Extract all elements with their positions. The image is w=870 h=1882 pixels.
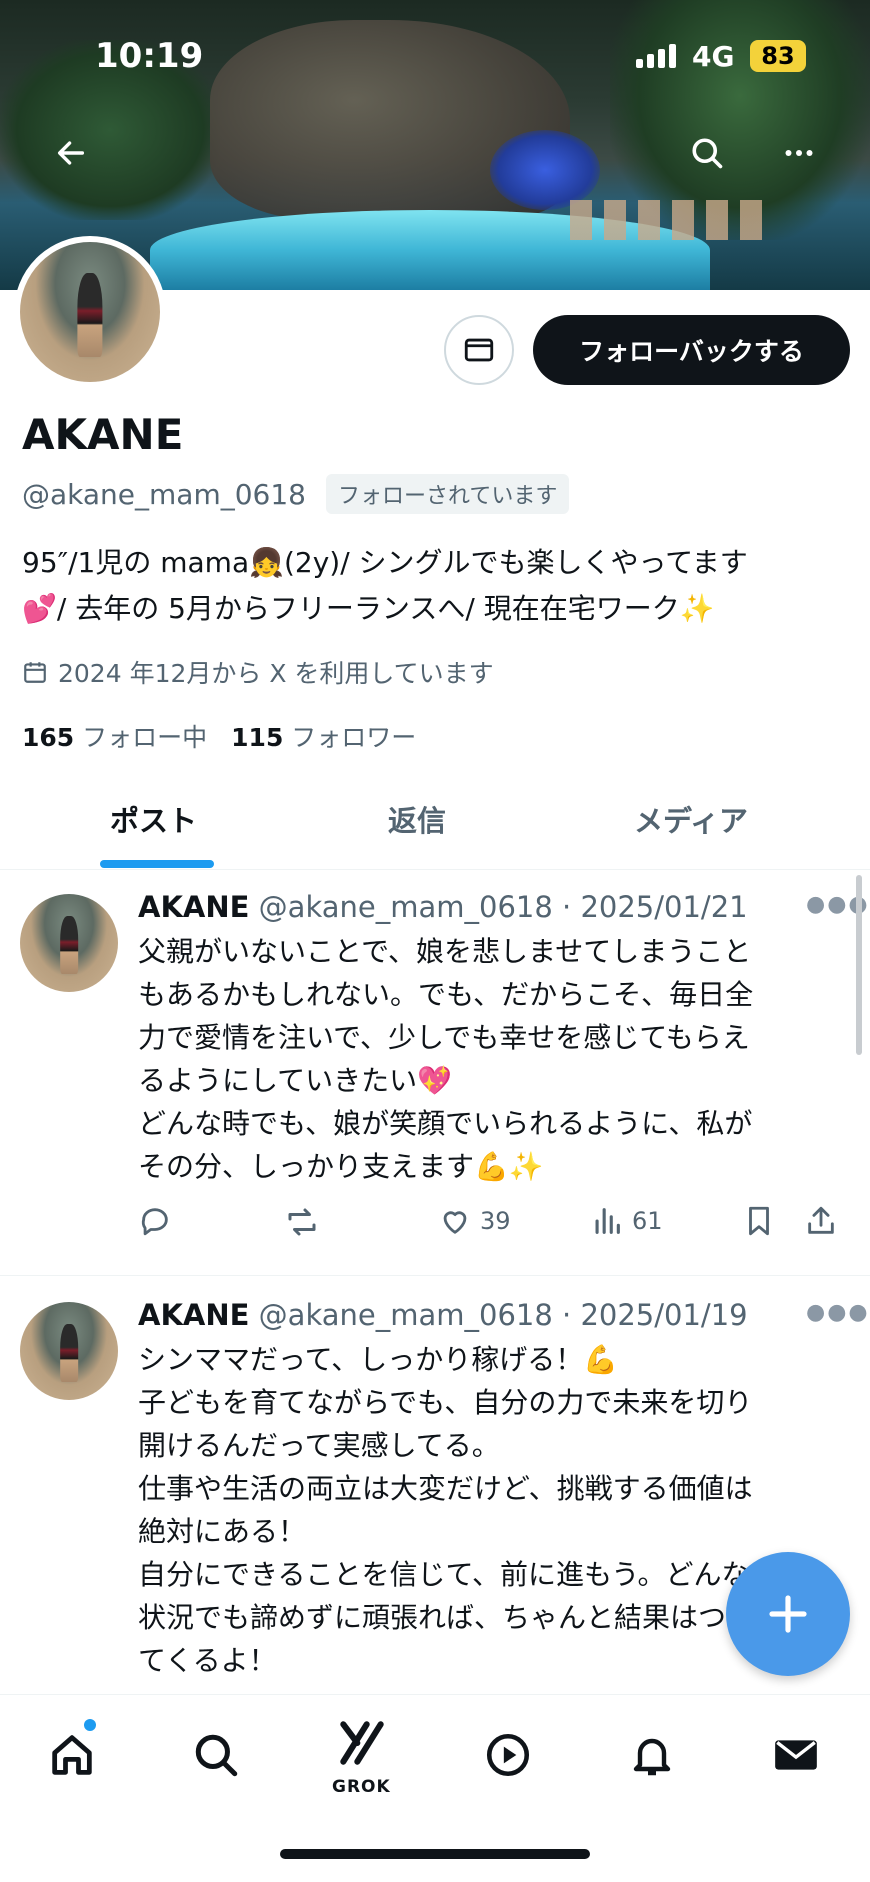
home-indicator (280, 1849, 590, 1859)
following-link[interactable]: 165 フォロー中 (22, 718, 207, 754)
more-button[interactable] (774, 128, 824, 178)
status-time: 10:19 (95, 36, 204, 76)
banner-chairs (570, 200, 770, 240)
nav-notifications[interactable] (622, 1725, 682, 1785)
post-more-icon[interactable]: ●●● (806, 1300, 870, 1325)
follows-you-badge: フォローされています (325, 474, 570, 514)
post-author-name[interactable]: AKANE (138, 1298, 249, 1332)
bio-line-2: 💕/ 去年の 5月からフリーランスへ/ 現在在宅ワーク✨ (22, 592, 715, 625)
following-label: フォロー中 (82, 723, 208, 752)
battery-icon: 83 (750, 40, 806, 72)
bottom-nav: GROK (0, 1694, 870, 1882)
tab-posts[interactable]: ポスト (110, 798, 197, 840)
repost-icon (288, 1208, 316, 1236)
message-button[interactable] (444, 315, 514, 385)
post-item[interactable]: AKANE @akane_mam_0618 · 2025/01/21 ●●● 父… (0, 870, 870, 1276)
play-icon (486, 1733, 530, 1777)
joined-text: 2024 年12月から X を利用しています (58, 659, 494, 688)
follow-back-button[interactable]: フォローバックする (533, 315, 850, 385)
nav-video[interactable] (478, 1725, 538, 1785)
joined-date: 2024 年12月から X を利用しています (22, 654, 494, 690)
profile-name: AKANE (22, 410, 184, 459)
post-header: AKANE @akane_mam_0618 · 2025/01/19 (138, 1298, 748, 1332)
followers-count: 115 (231, 723, 284, 752)
home-icon (52, 1735, 92, 1775)
bell-icon (633, 1738, 671, 1776)
nav-home[interactable] (42, 1725, 102, 1785)
like-count: 39 (480, 1207, 511, 1235)
post-author-name[interactable]: AKANE (138, 890, 249, 924)
followers-link[interactable]: 115 フォロワー (231, 718, 416, 754)
search-button[interactable] (682, 128, 732, 178)
repost-button[interactable] (284, 1204, 320, 1240)
post-avatar[interactable] (20, 1302, 118, 1400)
nav-grok[interactable] (332, 1713, 392, 1773)
arrow-left-icon (57, 141, 85, 165)
post-text: 父親がいないことで、娘を悲しませてしまうこと もあるかもしれない。でも、だからこ… (138, 935, 754, 1183)
search-icon (692, 138, 723, 169)
share-icon (808, 1206, 834, 1234)
share-button[interactable] (804, 1204, 838, 1238)
mail-icon (775, 1740, 817, 1770)
nav-messages[interactable] (766, 1725, 826, 1785)
following-count: 165 (22, 723, 75, 752)
bookmark-button[interactable] (742, 1204, 776, 1238)
grok-icon (340, 1721, 384, 1765)
mail-icon (464, 338, 494, 362)
views-button[interactable]: 61 (590, 1204, 663, 1238)
bookmark-icon (749, 1206, 769, 1236)
tab-replies[interactable]: 返信 (388, 798, 446, 840)
home-notification-dot (84, 1719, 96, 1731)
views-icon (595, 1208, 620, 1234)
post-header: AKANE @akane_mam_0618 · 2025/01/21 (138, 890, 748, 924)
nav-search[interactable] (186, 1725, 246, 1785)
signal-icon (636, 44, 676, 68)
tab-media[interactable]: メディア (634, 798, 748, 840)
plus-icon (769, 1595, 807, 1633)
follow-counts: 165 フォロー中 115 フォロワー (22, 718, 416, 754)
post-actions: 39 61 (138, 1204, 838, 1248)
scrollbar[interactable] (856, 875, 862, 1055)
calendar-icon (24, 662, 46, 683)
profile-tabs: ポスト 返信 メディア (0, 778, 870, 870)
followers-label: フォロワー (291, 723, 417, 752)
more-icon (785, 150, 813, 156)
post-meta: @akane_mam_0618 · 2025/01/21 (258, 890, 748, 924)
post-meta: @akane_mam_0618 · 2025/01/19 (258, 1298, 748, 1332)
grok-label: GROK (332, 1777, 391, 1797)
banner-light (490, 130, 600, 210)
compose-button[interactable] (726, 1552, 850, 1676)
tab-indicator (100, 860, 214, 868)
profile-avatar[interactable] (14, 236, 166, 388)
handle-row: @akane_mam_0618 フォローされています (22, 474, 570, 514)
like-button[interactable]: 39 (438, 1204, 511, 1238)
views-count: 61 (632, 1207, 663, 1235)
status-bar: 10:19 4G 83 (0, 30, 870, 86)
post-avatar[interactable] (20, 894, 118, 992)
bio-line-1: 95″/1児の mama👧(2y)/ シングルでも楽しくやってます (22, 546, 748, 579)
profile-bio: 95″/1児の mama👧(2y)/ シングルでも楽しくやってます 💕/ 去年の… (22, 540, 852, 632)
back-button[interactable] (46, 128, 96, 178)
profile-handle: @akane_mam_0618 (22, 477, 306, 511)
reply-icon (141, 1208, 168, 1236)
search-icon (195, 1734, 238, 1777)
reply-button[interactable] (138, 1204, 172, 1238)
heart-icon (443, 1211, 467, 1234)
network-type: 4G (692, 40, 735, 73)
battery-level: 83 (761, 42, 795, 70)
